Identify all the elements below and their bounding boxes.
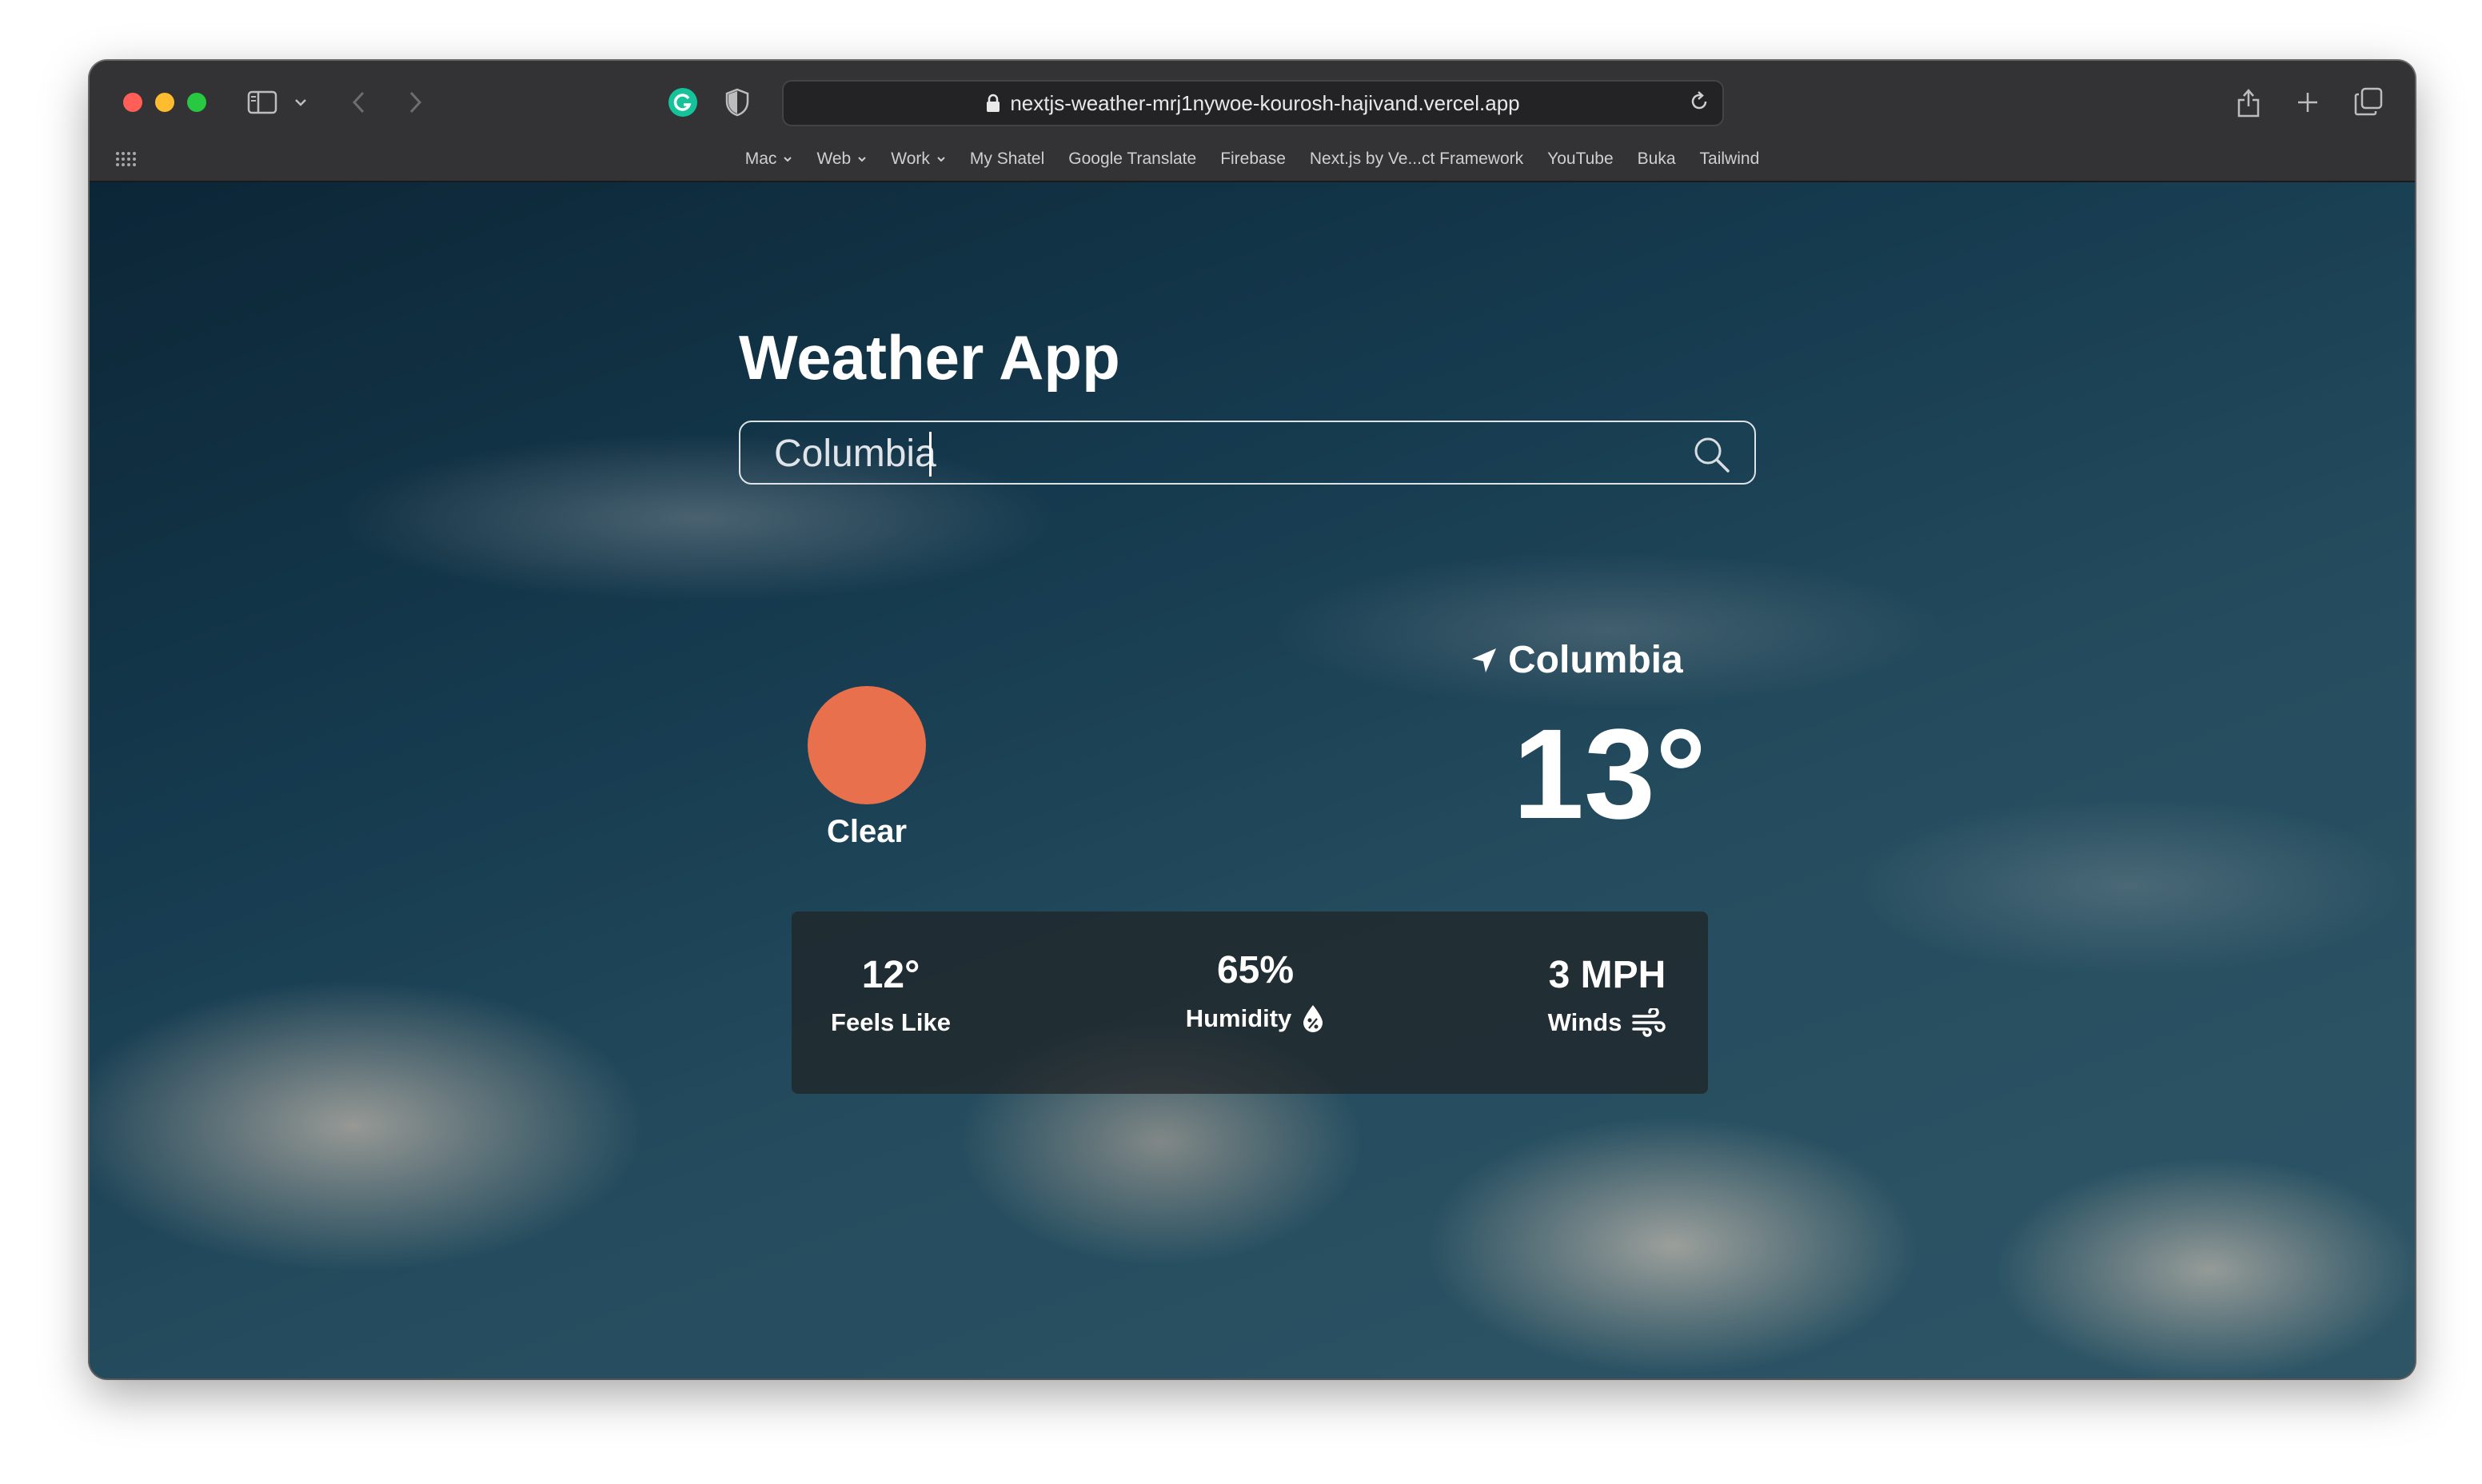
weather-stats-panel: 12° Feels Like 65% Humidity 3 MPH Winds — [792, 912, 1708, 1094]
bookmarks-bar: Mac Web Work My Shatel Google Translate … — [90, 146, 2415, 173]
humidity-value: 65% — [1216, 949, 1295, 991]
chevron-down-icon — [858, 157, 866, 162]
tab-overview-icon[interactable] — [2351, 85, 2386, 118]
bookmark-nextjs[interactable]: Next.js by Ve...ct Framework — [1310, 150, 1523, 169]
search-input[interactable] — [772, 429, 1655, 478]
grammarly-icon[interactable] — [667, 86, 699, 118]
bookmark-web[interactable]: Web — [816, 150, 867, 169]
privacy-shield-icon[interactable] — [721, 86, 753, 118]
app-title: Weather App — [739, 322, 1120, 393]
search-box — [739, 421, 1756, 485]
forward-icon[interactable] — [403, 90, 427, 115]
humidity-drop-icon — [1303, 1005, 1323, 1032]
location-name: Columbia — [1508, 639, 1683, 681]
clear-weather-icon — [808, 686, 926, 804]
wind-stat: 3 MPH Winds — [1535, 953, 1679, 1037]
minimize-window-button[interactable] — [155, 93, 174, 112]
share-icon[interactable] — [2233, 83, 2265, 120]
current-temperature: 13° — [1513, 702, 1706, 845]
bookmark-google-translate[interactable]: Google Translate — [1068, 150, 1196, 169]
location-arrow-icon — [1472, 648, 1496, 672]
new-tab-icon[interactable] — [2292, 86, 2324, 118]
reload-icon[interactable] — [1687, 90, 1711, 119]
feels-like-value: 12° — [861, 954, 920, 996]
feels-like-label: Feels Like — [831, 1008, 951, 1036]
chevron-down-icon — [937, 157, 945, 162]
location-label: Columbia — [1470, 638, 1683, 682]
browser-toolbar: nextjs-weather-mrj1nywoe-kourosh-hajivan… — [90, 61, 2415, 182]
wind-icon — [1632, 1008, 1666, 1037]
browser-window: nextjs-weather-mrj1nywoe-kourosh-hajivan… — [90, 61, 2415, 1378]
close-window-button[interactable] — [123, 93, 142, 112]
bookmark-buka[interactable]: Buka — [1638, 150, 1676, 169]
bookmark-firebase[interactable]: Firebase — [1220, 150, 1286, 169]
lock-icon — [986, 94, 1000, 113]
chevron-down-icon[interactable] — [293, 94, 309, 110]
sidebar-icon[interactable] — [246, 88, 278, 117]
wind-label: Winds — [1547, 1008, 1622, 1036]
humidity-label: Humidity — [1185, 1004, 1292, 1032]
text-caret — [929, 432, 932, 477]
humidity-stat: 65% Humidity — [1167, 948, 1343, 1034]
search-icon[interactable] — [1689, 432, 1734, 477]
address-bar[interactable]: nextjs-weather-mrj1nywoe-kourosh-hajivan… — [782, 80, 1724, 126]
bookmark-mac[interactable]: Mac — [745, 150, 793, 169]
weather-page: Weather App Clear Columbia 13° 12° Feels… — [90, 182, 2415, 1378]
bookmark-my-shatel[interactable]: My Shatel — [970, 150, 1044, 169]
url-text: nextjs-weather-mrj1nywoe-kourosh-hajivan… — [1010, 90, 1520, 115]
weather-condition: Clear — [826, 814, 908, 849]
back-icon[interactable] — [347, 90, 371, 115]
wind-value: 3 MPH — [1548, 954, 1666, 996]
bookmark-youtube[interactable]: YouTube — [1547, 150, 1614, 169]
bookmark-work[interactable]: Work — [891, 150, 946, 169]
chevron-down-icon — [784, 157, 792, 162]
bookmark-tailwind[interactable]: Tailwind — [1700, 150, 1760, 169]
feels-like-stat: 12° Feels Like — [827, 953, 955, 1037]
zoom-window-button[interactable] — [187, 93, 206, 112]
